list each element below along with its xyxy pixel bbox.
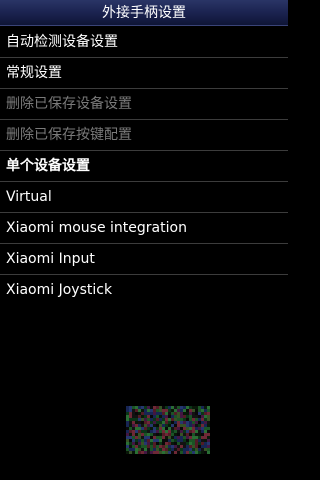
menu-item-delete-saved-device-settings: 删除已保存设备设置 <box>0 89 288 120</box>
device-item-xiaomi-joystick[interactable]: Xiaomi Joystick <box>0 275 288 306</box>
menu-item-label: 删除已保存设备设置 <box>6 96 132 112</box>
device-item-virtual[interactable]: Virtual <box>0 182 288 213</box>
device-item-label: Xiaomi Input <box>6 251 95 267</box>
settings-menu-list: 自动检测设备设置 常规设置 删除已保存设备设置 删除已保存按键配置 单个设备设置… <box>0 27 288 306</box>
menu-item-label: 删除已保存按键配置 <box>6 127 132 143</box>
device-item-label: Xiaomi Joystick <box>6 282 113 298</box>
device-item-label: Virtual <box>6 189 52 205</box>
menu-item-delete-saved-key-config: 删除已保存按键配置 <box>0 120 288 151</box>
menu-item-label: 自动检测设备设置 <box>6 34 118 50</box>
title-bar: 外接手柄设置 <box>0 0 288 26</box>
device-item-xiaomi-mouse-integration[interactable]: Xiaomi mouse integration <box>0 213 288 244</box>
section-header-label: 单个设备设置 <box>6 158 90 174</box>
section-header-single-device-settings: 单个设备设置 <box>0 151 288 182</box>
menu-item-auto-detect-settings[interactable]: 自动检测设备设置 <box>0 27 288 58</box>
menu-item-label: 常规设置 <box>6 65 62 81</box>
device-item-label: Xiaomi mouse integration <box>6 220 187 236</box>
menu-item-general-settings[interactable]: 常规设置 <box>0 58 288 89</box>
noise-artifact <box>126 406 210 454</box>
page-title: 外接手柄设置 <box>102 5 186 21</box>
device-item-xiaomi-input[interactable]: Xiaomi Input <box>0 244 288 275</box>
